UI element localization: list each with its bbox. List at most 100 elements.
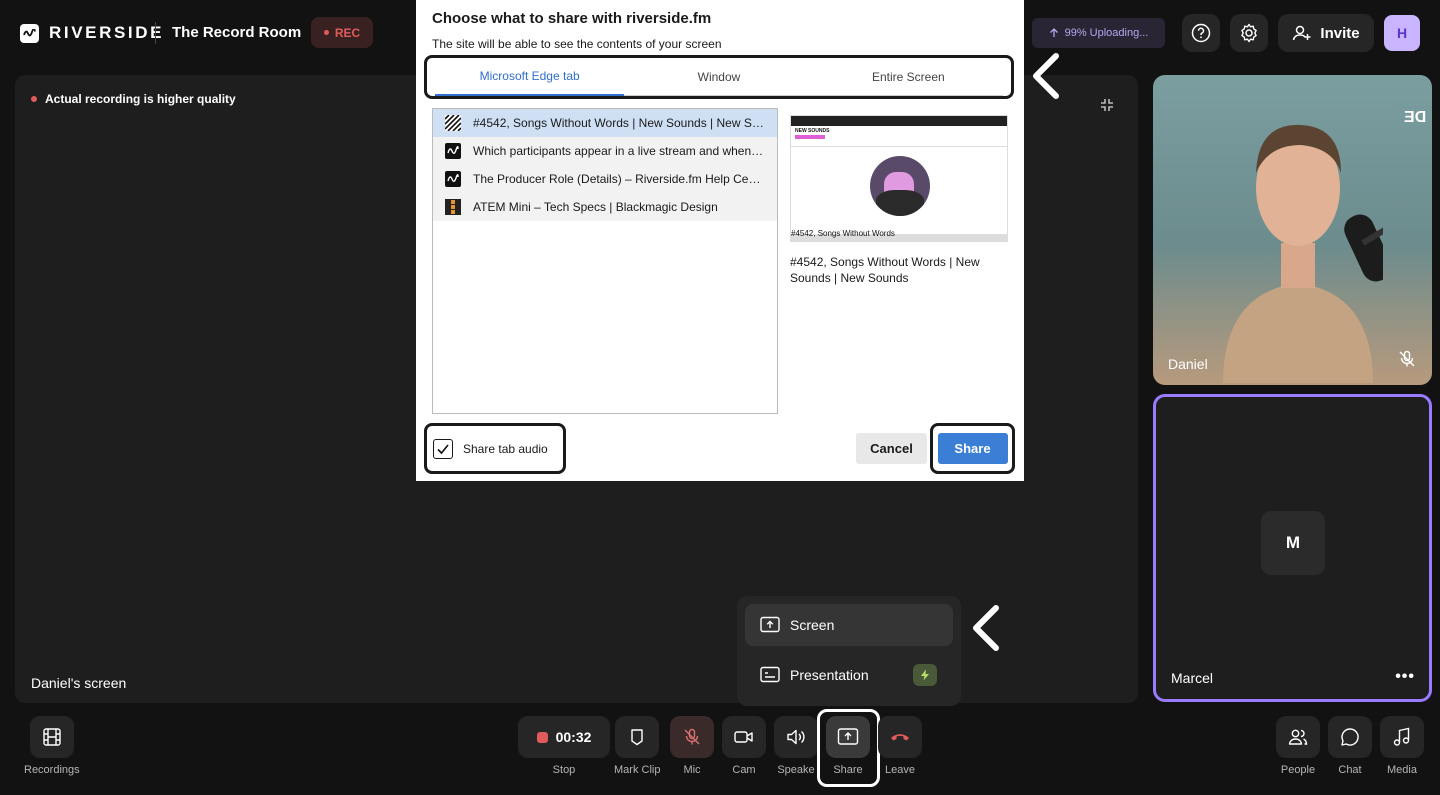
riverside-favicon-icon: [445, 171, 461, 187]
quality-note-text: Actual recording is higher quality: [45, 92, 236, 106]
quality-note: Actual recording is higher quality: [31, 92, 236, 106]
mic-off-icon: [684, 728, 700, 745]
share-screen-dialog: Choose what to share with riverside.fm T…: [416, 0, 1024, 481]
list-item[interactable]: ATEM Mini – Tech Specs | Blackmagic Desi…: [433, 193, 777, 221]
riverside-studio: RIVERSIDE The Record Room REC 99% Upload…: [0, 0, 1440, 795]
stop-icon: [536, 731, 548, 743]
stop-recording-button[interactable]: 00:32: [518, 716, 610, 758]
stop-label: Stop: [552, 764, 576, 776]
add-user-icon: [1293, 25, 1311, 41]
chat-control[interactable]: Chat: [1328, 716, 1372, 776]
dialog-title: Choose what to share with riverside.fm: [432, 10, 712, 27]
list-item[interactable]: The Producer Role (Details) – Riverside.…: [433, 165, 777, 193]
tab-entire-screen[interactable]: Entire Screen: [813, 58, 1003, 96]
cam-button[interactable]: [722, 716, 766, 758]
people-button[interactable]: [1276, 716, 1320, 758]
menu-pointer-chevron-icon: [973, 605, 999, 651]
share-tab-audio-option[interactable]: Share tab audio: [424, 423, 566, 474]
camera-icon: [734, 731, 753, 743]
film-icon: [43, 728, 61, 746]
participant-name: Daniel: [1168, 356, 1208, 372]
collapse-icon: [1101, 99, 1113, 111]
recordings-button[interactable]: [29, 716, 74, 758]
stop-control[interactable]: 00:32 Stop: [518, 716, 610, 776]
share-presentation-option[interactable]: Presentation: [745, 654, 953, 696]
leave-button[interactable]: [878, 716, 922, 758]
speaker-label: Speake: [777, 764, 815, 776]
settings-button[interactable]: [1230, 14, 1268, 52]
list-item[interactable]: #4542, Songs Without Words | New Sounds …: [433, 109, 777, 137]
tab-title: #4542, Songs Without Words | New Sounds …: [473, 116, 765, 130]
tab-title: The Producer Role (Details) – Riverside.…: [473, 172, 765, 186]
recordings-control[interactable]: Recordings: [24, 716, 80, 776]
more-options-icon[interactable]: •••: [1395, 668, 1415, 686]
chat-button[interactable]: [1328, 716, 1372, 758]
recordings-label: Recordings: [24, 764, 80, 776]
mark-clip-button[interactable]: [615, 716, 660, 758]
leave-label: Leave: [885, 764, 915, 776]
user-avatar[interactable]: H: [1384, 15, 1420, 51]
participant-video: [1223, 124, 1383, 383]
mic-muted-icon: [1398, 350, 1416, 373]
music-note-icon: [1393, 727, 1410, 746]
share-audio-checkbox[interactable]: [433, 438, 453, 459]
share-presentation-label: Presentation: [790, 667, 869, 683]
upload-arrow-icon: [1049, 28, 1058, 37]
rec-dot-icon: [323, 30, 329, 35]
upload-status-text: 99% Uploading...: [1064, 27, 1149, 39]
mark-clip-control[interactable]: Mark Clip: [614, 716, 660, 776]
speaker-icon: [787, 729, 805, 745]
media-button[interactable]: [1380, 716, 1424, 758]
list-item[interactable]: Which participants appear in a live stre…: [433, 137, 777, 165]
tab-browser-tab[interactable]: Microsoft Edge tab: [435, 58, 625, 96]
rec-label: REC: [334, 25, 361, 40]
participant-avatar: M: [1261, 511, 1325, 575]
tabs-pointer-chevron-icon: [1033, 53, 1059, 99]
invite-button[interactable]: Invite: [1278, 14, 1374, 52]
participant-tile-marcel[interactable]: M Marcel •••: [1153, 394, 1432, 702]
share-screen-option[interactable]: Screen: [745, 604, 953, 646]
share-screen-label: Screen: [790, 617, 835, 633]
mic-button[interactable]: [670, 716, 714, 758]
room-title: The Record Room: [172, 24, 302, 41]
tab-window[interactable]: Window: [624, 58, 814, 96]
preview-caption: #4542, Songs Without Words | New Sounds …: [790, 255, 980, 285]
invite-label: Invite: [1320, 24, 1360, 42]
stage-label: Daniel's screen: [31, 675, 127, 691]
collapse-button[interactable]: [1099, 97, 1115, 118]
confirm-share-button[interactable]: Share: [937, 433, 1008, 464]
media-control[interactable]: Media: [1380, 716, 1424, 776]
people-icon: [1288, 729, 1308, 745]
share-button-highlight: Share: [930, 423, 1015, 474]
tab-title: ATEM Mini – Tech Specs | Blackmagic Desi…: [473, 200, 718, 214]
brand-name: RIVERSIDE: [49, 23, 165, 42]
screen-share-icon: [760, 616, 780, 633]
cancel-button[interactable]: Cancel: [856, 433, 927, 464]
help-button[interactable]: [1182, 14, 1220, 52]
tab-preview-thumbnail: NEW SOUNDS #4542, Songs Without Words: [790, 115, 1008, 242]
speaker-control[interactable]: Speake: [774, 716, 818, 776]
participant-tile-daniel[interactable]: DE Daniel: [1153, 75, 1432, 385]
stripes-favicon-icon: [445, 115, 461, 131]
share-source-tabs: Microsoft Edge tab Window Entire Screen: [424, 55, 1014, 99]
share-highlight-frame: [817, 709, 880, 787]
preview-heading: NEW SOUNDS: [795, 128, 830, 134]
wall-logo: DE: [1403, 109, 1426, 126]
riverside-logo[interactable]: RIVERSIDE: [20, 23, 164, 43]
clip-marker-icon: [631, 729, 643, 746]
share-audio-label: Share tab audio: [463, 441, 548, 456]
riverside-wave-icon: [20, 23, 39, 43]
people-label: People: [1280, 764, 1316, 776]
speaker-button[interactable]: [774, 716, 818, 758]
cam-control[interactable]: Cam: [722, 716, 766, 776]
cam-label: Cam: [732, 764, 756, 776]
leave-control[interactable]: Leave: [878, 716, 922, 776]
lightning-icon: [921, 669, 929, 681]
people-control[interactable]: People: [1276, 716, 1320, 776]
participant-name: Marcel: [1171, 670, 1214, 686]
header-divider: [155, 22, 156, 44]
mic-control[interactable]: Mic: [670, 716, 714, 776]
hang-up-icon: [891, 734, 909, 741]
browser-tab-list: #4542, Songs Without Words | New Sounds …: [432, 108, 778, 414]
blackmagic-favicon-icon: [445, 199, 461, 215]
